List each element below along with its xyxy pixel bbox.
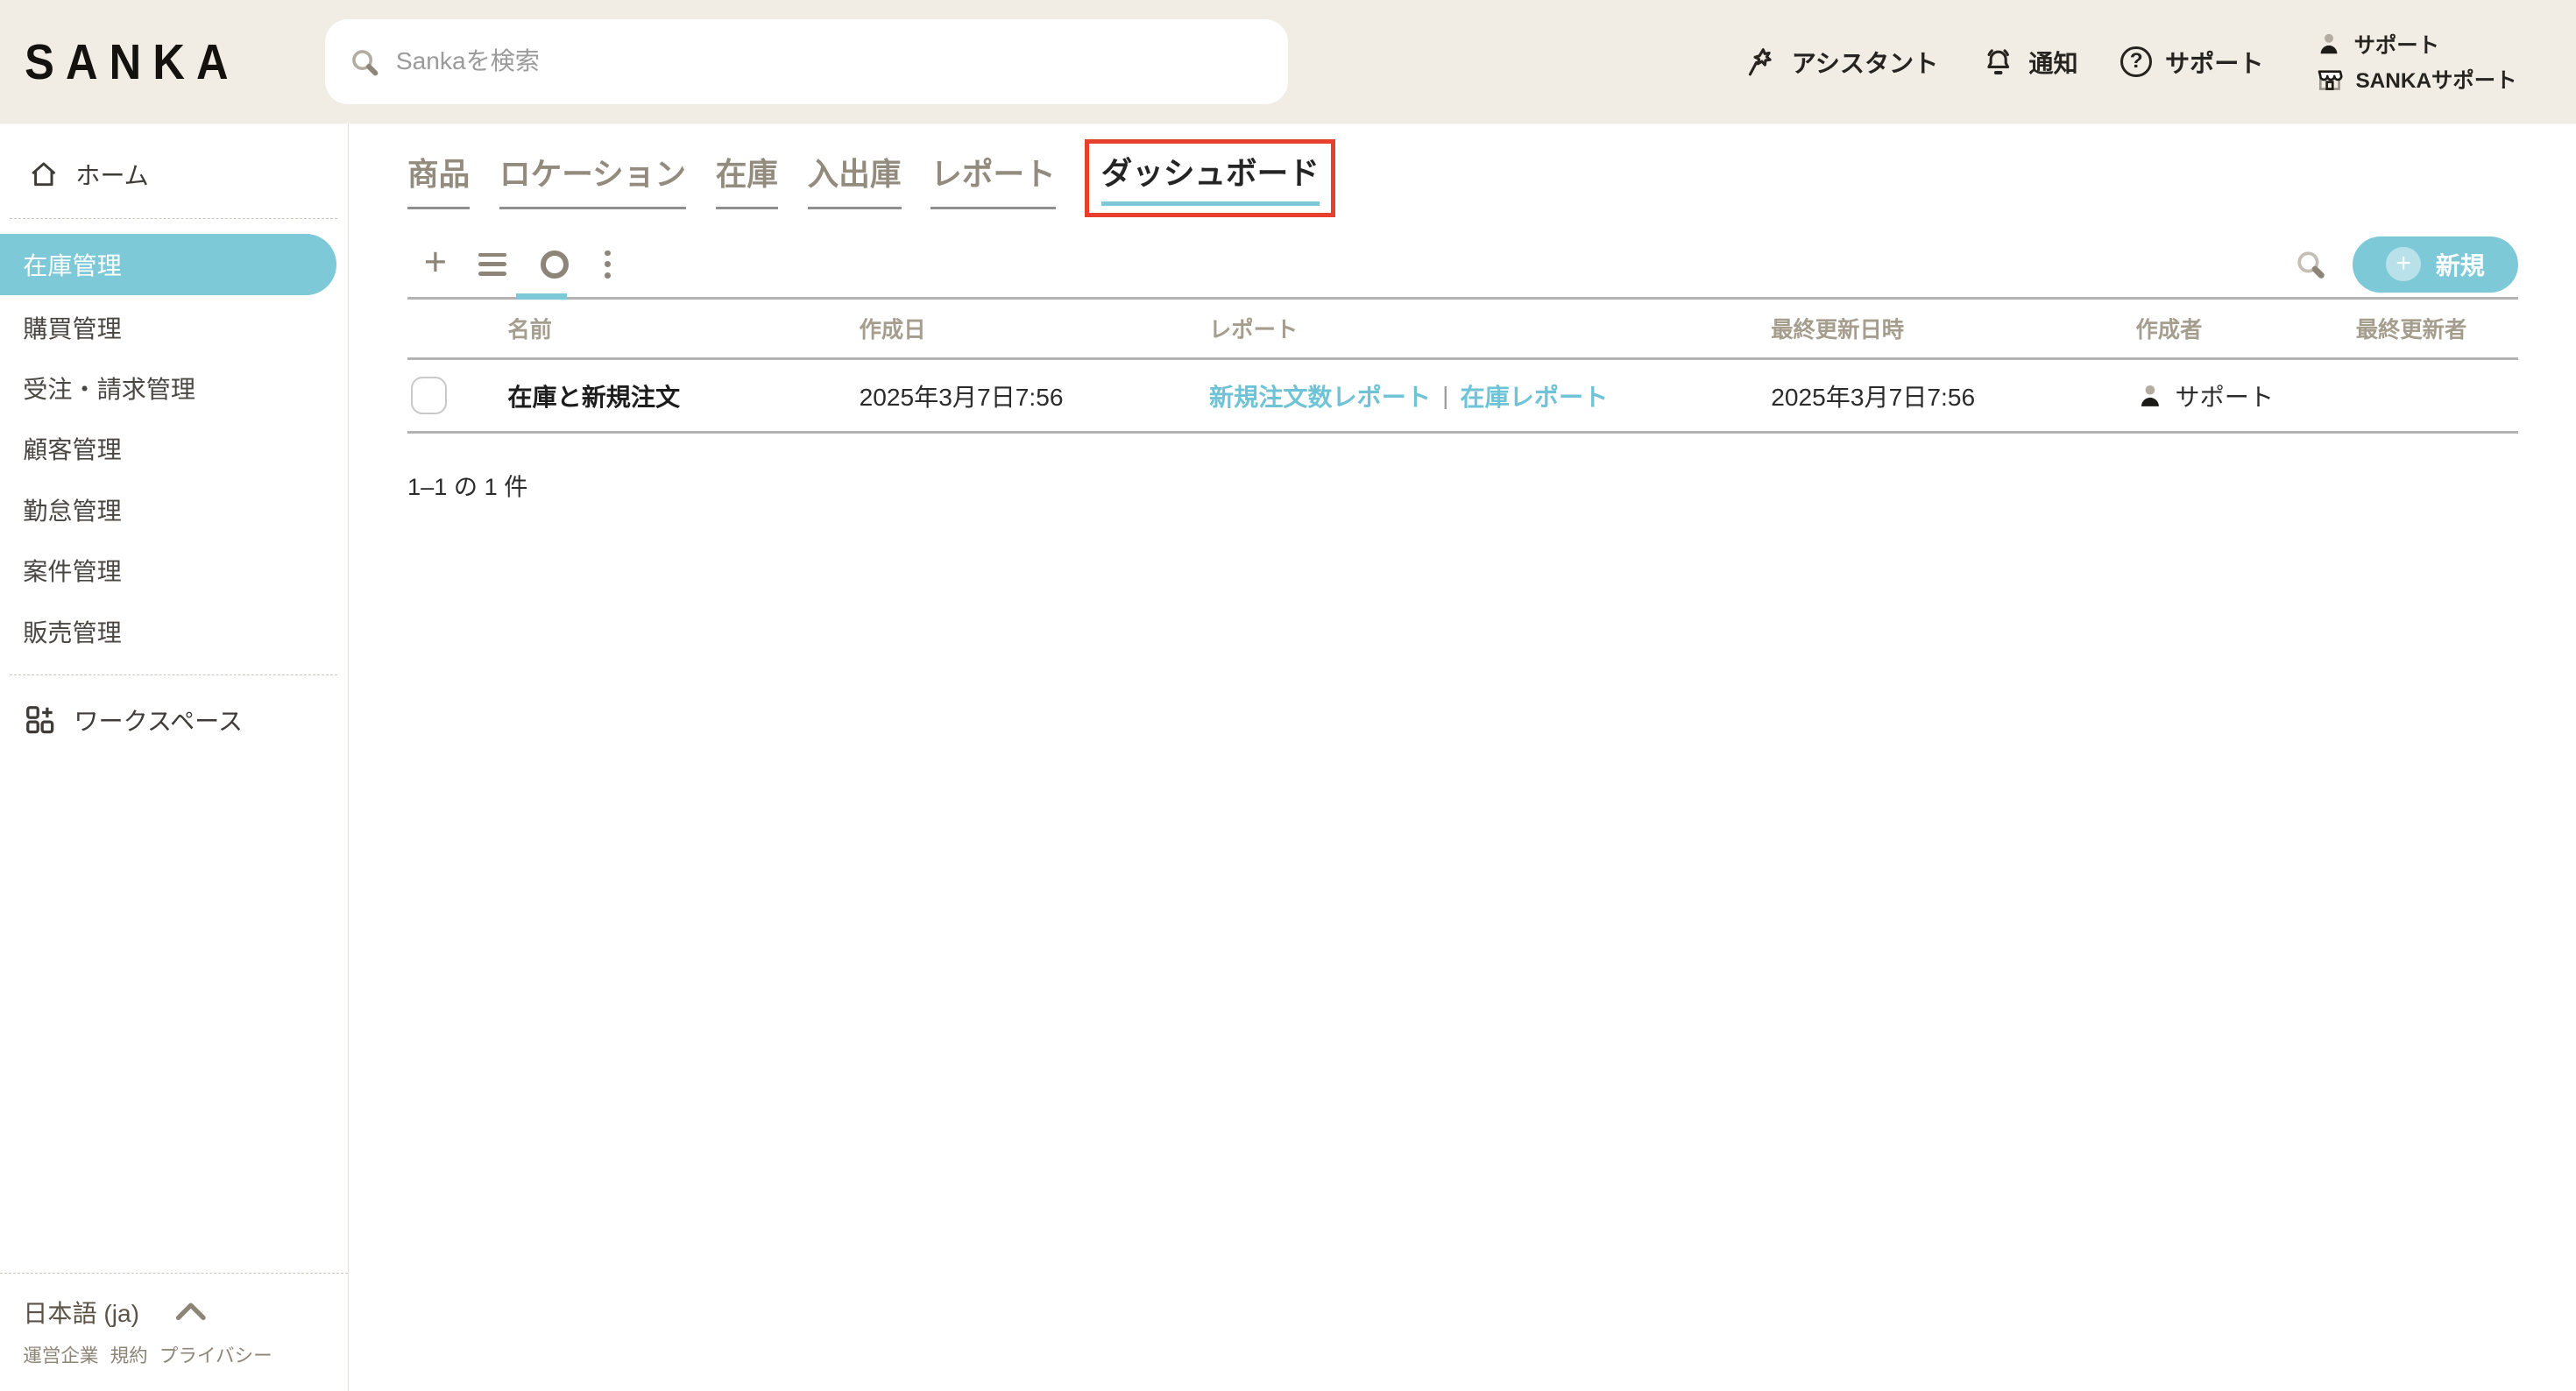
workspace-label: ワークスペース	[74, 702, 243, 738]
help-icon: ?	[2120, 46, 2152, 78]
tab-bar: 商品 ロケーション 在庫 入出庫 レポート ダッシュボード	[407, 139, 2518, 208]
assistant-label: アシスタント	[1792, 44, 1939, 80]
chevron-up-icon	[175, 1302, 207, 1322]
tab-inbound-outbound[interactable]: 入出庫	[808, 150, 902, 208]
creator-name: サポート	[2176, 378, 2274, 413]
sidebar-item-attendance[interactable]: 勤怠管理	[0, 479, 348, 540]
notifications-button[interactable]: 通知	[1981, 44, 2078, 80]
board-view-icon[interactable]	[520, 251, 588, 279]
kebab-menu-icon[interactable]	[588, 251, 626, 279]
magic-wand-icon	[1745, 46, 1779, 79]
row-created: 2025年3月7日7:56	[860, 378, 1209, 413]
row-name[interactable]: 在庫と新規注文	[507, 378, 859, 413]
header-updated: 最終更新日時	[1771, 313, 2135, 344]
header-created: 作成日	[860, 313, 1209, 344]
notifications-label: 通知	[2028, 44, 2077, 80]
list-toolbar: +	[407, 232, 2518, 300]
creator-avatar-icon	[2136, 382, 2164, 410]
frame: ホーム 在庫管理 購買管理 受注・請求管理 顧客管理 勤怠管理 案件管理 販売管…	[0, 124, 2576, 1391]
language-selector[interactable]: 日本語 (ja)	[23, 1294, 347, 1330]
global-search[interactable]	[325, 19, 1288, 105]
sidebar-item-orders-billing[interactable]: 受注・請求管理	[0, 357, 348, 418]
user-org: SANKAサポート	[2355, 64, 2516, 95]
sidebar: ホーム 在庫管理 購買管理 受注・請求管理 顧客管理 勤怠管理 案件管理 販売管…	[0, 124, 349, 1391]
language-label: 日本語 (ja)	[23, 1294, 139, 1330]
topbar-actions: アシスタント 通知 ? サポート	[1745, 29, 2516, 95]
sidebar-item-customers[interactable]: 顧客管理	[0, 418, 348, 478]
header-report: レポート	[1209, 313, 1771, 344]
header-creator: 作成者	[2136, 313, 2356, 344]
sidebar-item-home[interactable]: ホーム	[0, 143, 348, 205]
add-view-button[interactable]: +	[407, 242, 464, 286]
report-separator: |	[1442, 382, 1448, 410]
support-label: サポート	[2165, 44, 2263, 80]
row-checkbox-cell	[407, 377, 507, 414]
sidebar-item-projects[interactable]: 案件管理	[0, 540, 348, 600]
user-org-line: SANKAサポート	[2316, 64, 2516, 95]
sidebar-divider	[10, 218, 337, 219]
tab-reports[interactable]: レポート	[931, 150, 1055, 208]
app-window: SANKA アシスタント	[0, 0, 2576, 1391]
legal-link-company[interactable]: 運営企業	[23, 1341, 98, 1368]
legal-link-privacy[interactable]: プライバシー	[159, 1341, 272, 1368]
annotation-highlight-box: ダッシュボード	[1085, 139, 1335, 217]
tab-products[interactable]: 商品	[407, 150, 470, 208]
tab-dashboard[interactable]: ダッシュボード	[1101, 149, 1320, 206]
pagination-summary: 1–1 の 1 件	[407, 467, 2518, 502]
topbar: SANKA アシスタント	[0, 0, 2576, 124]
sidebar-item-purchasing[interactable]: 購買管理	[0, 297, 348, 357]
row-reports: 新規注文数レポート | 在庫レポート	[1209, 378, 1771, 413]
new-record-button[interactable]: + 新規	[2353, 237, 2518, 293]
user-menu[interactable]: サポート SANKAサポート	[2316, 29, 2516, 95]
table-row[interactable]: 在庫と新規注文 2025年3月7日7:56 新規注文数レポート | 在庫レポート…	[407, 360, 2518, 434]
report-link-inventory[interactable]: 在庫レポート	[1461, 378, 1609, 413]
tab-locations[interactable]: ロケーション	[499, 150, 686, 208]
row-creator: サポート	[2136, 378, 2356, 413]
sidebar-home-label: ホーム	[75, 156, 148, 192]
row-updated: 2025年3月7日7:56	[1771, 378, 2135, 413]
active-view-indicator	[516, 293, 567, 300]
main-content: 商品 ロケーション 在庫 入出庫 レポート ダッシュボード +	[349, 124, 2576, 1391]
user-avatar-icon	[2316, 31, 2342, 57]
row-checkbox[interactable]	[411, 377, 447, 414]
legal-link-terms[interactable]: 規約	[110, 1341, 148, 1368]
sidebar-item-sales[interactable]: 販売管理	[0, 600, 348, 660]
sidebar-item-workspace[interactable]: ワークスペース	[0, 688, 348, 751]
home-icon	[28, 159, 60, 190]
table-header-row: 名前 作成日 レポート 最終更新日時 作成者 最終更新者	[407, 300, 2518, 360]
storefront-icon	[2316, 66, 2344, 94]
list-view-icon[interactable]	[464, 253, 521, 276]
assistant-button[interactable]: アシスタント	[1745, 44, 1938, 80]
search-input[interactable]	[396, 47, 1265, 75]
user-name-line: サポート	[2316, 29, 2516, 60]
header-name: 名前	[507, 313, 859, 344]
search-icon	[349, 46, 380, 78]
new-button-label: 新規	[2436, 246, 2485, 282]
support-button[interactable]: ? サポート	[2120, 44, 2263, 80]
tab-stock[interactable]: 在庫	[716, 150, 778, 208]
workspace-grid-icon	[23, 703, 57, 737]
sidebar-divider	[10, 674, 337, 675]
bell-icon	[1981, 45, 2015, 79]
user-name: サポート	[2354, 29, 2439, 60]
plus-icon: +	[2386, 247, 2420, 281]
list-search-icon[interactable]	[2294, 248, 2327, 281]
report-link-new-orders[interactable]: 新規注文数レポート	[1209, 378, 1431, 413]
toolbar-right: + 新規	[2294, 237, 2519, 293]
sanka-logo: SANKA	[0, 32, 325, 90]
sidebar-item-inventory[interactable]: 在庫管理	[0, 234, 336, 294]
legal-links: 運営企業 規約 プライバシー	[23, 1341, 347, 1368]
sidebar-footer: 日本語 (ja) 運営企業 規約 プライバシー	[0, 1273, 348, 1391]
header-last-updater: 最終更新者	[2356, 313, 2519, 344]
